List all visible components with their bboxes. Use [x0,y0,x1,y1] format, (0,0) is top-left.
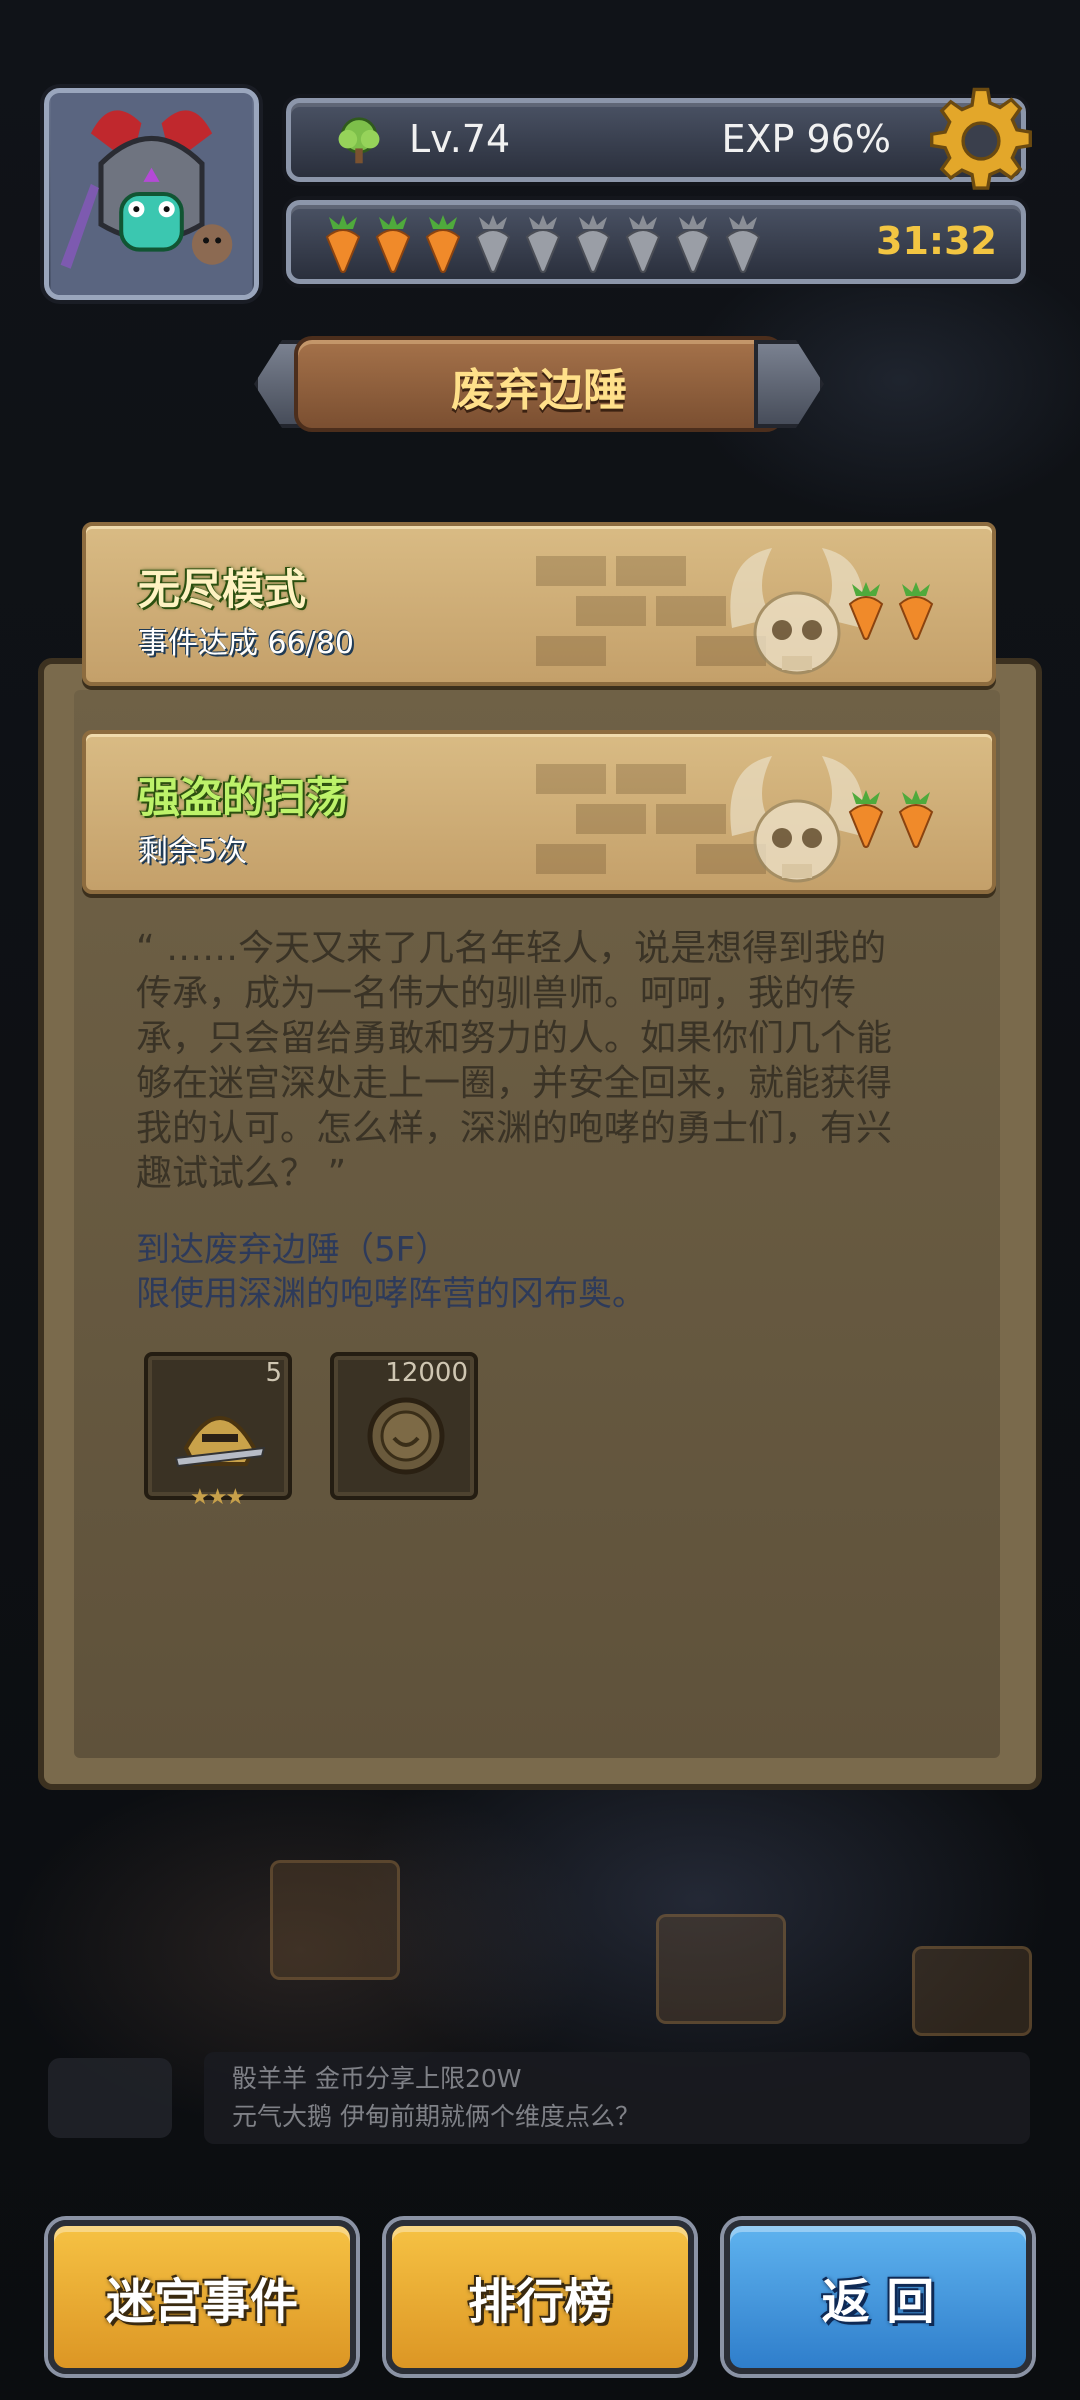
area-title-sign: 废弃边陲 [254,330,824,438]
mode-card-endless[interactable]: 无尽模式 事件达成 66/80 [82,522,996,686]
chat-menu-icon[interactable] [48,2058,172,2138]
stamina-timer: 31:32 [876,219,997,263]
editor-signboard [912,1946,1032,2036]
carrot-empty-icon [525,215,561,273]
mode-title: 强盗的扫荡 [138,773,349,822]
rarity-stars: ★★★ [190,1485,245,1510]
knight-avatar-icon [50,93,253,295]
stamina-bar: 31:32 [286,200,1026,284]
back-button[interactable]: 返 回 [724,2220,1032,2374]
carrot-icon [848,582,884,640]
level-tree-icon [338,117,380,164]
coin-icon [367,1397,445,1475]
carrot-full-icon [425,215,461,273]
settings-gear-icon[interactable] [925,85,1037,197]
mode-remaining: 剩余5次 [138,834,248,869]
level-text: Lv.74 [409,117,511,161]
carrot-icon [898,582,934,640]
player-avatar[interactable] [44,88,259,300]
carrot-empty-icon [625,215,661,273]
carrot-icon [898,790,934,848]
card-carrot-cost [842,790,940,848]
carrot-full-icon [375,215,411,273]
carrot-empty-icon [675,215,711,273]
carrot-full-icon [325,215,361,273]
chat-line-2: 元气大鹅 伊甸前期就俩个维度点么？ [232,2102,640,2131]
carrot-icon [848,790,884,848]
card-carrot-cost [842,582,940,640]
carrot-stamina-row [319,215,767,273]
reward-slot-helmet[interactable]: 5 ★★★ [144,1352,292,1510]
todo-signboard [656,1914,786,2024]
area-title: 废弃边陲 [451,365,627,416]
exp-text: EXP 96% [721,117,892,161]
mission-line-2: 限使用深渊的咆哮阵营的冈布奥。 [136,1274,646,1314]
leaderboard-button[interactable]: 排行榜 [386,2220,694,2374]
story-text: “ ……今天又来了几名年轻人，说是想得到我的传承，成为一名伟大的驯兽师。呵呵，我… [136,928,893,1194]
mission-line-1: 到达废弃边陲（5F） [136,1230,450,1270]
knight-helmet-icon [174,1416,266,1468]
maze-event-button[interactable]: 迷宫事件 [48,2220,356,2374]
mode-progress: 事件达成 66/80 [138,626,354,661]
event-signboard [270,1860,400,1980]
carrot-empty-icon [725,215,761,273]
level-exp-bar: Lv.74 EXP 96% [286,87,1032,190]
chat-preview[interactable]: 骰羊羊 金币分享上限20W 元气大鹅 伊甸前期就俩个维度点么？ [204,2052,1030,2144]
carrot-empty-icon [475,215,511,273]
chat-line-1: 骰羊羊 金币分享上限20W [232,2064,522,2093]
mission-objective: 到达废弃边陲（5F） 限使用深渊的咆哮阵营的冈布奥。 [136,1228,916,1316]
mode-title: 无尽模式 [138,565,307,614]
reward-slot-coins[interactable]: 12000 [330,1352,478,1500]
mode-card-bandit-raid[interactable]: 强盗的扫荡 剩余5次 [82,730,996,894]
carrot-empty-icon [575,215,611,273]
